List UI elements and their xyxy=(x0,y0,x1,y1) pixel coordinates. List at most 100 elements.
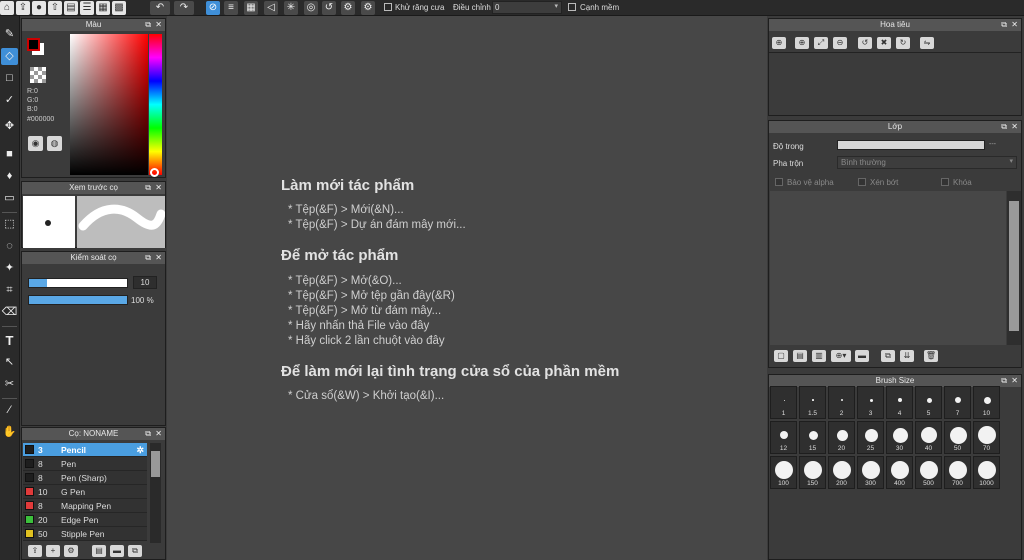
main-canvas[interactable]: Làm mới tác phẩm * Tệp(&F) > Mới(&N)... … xyxy=(167,16,767,560)
opacity-slider[interactable] xyxy=(28,295,128,305)
select-pen-icon[interactable]: ✓ xyxy=(1,92,18,109)
brush-list-scrollbar[interactable] xyxy=(150,443,161,543)
brush-size-option[interactable]: 5 xyxy=(915,386,942,419)
undock-icon[interactable]: ⧉ xyxy=(145,252,151,264)
clipping-checkbox[interactable] xyxy=(858,178,866,186)
snap-off-icon[interactable]: ⊘ xyxy=(206,1,220,15)
upload-icon[interactable]: ⇪ xyxy=(16,1,30,15)
blend-mode-select[interactable]: Bình thường ▾ xyxy=(837,156,1017,169)
scrollbar-thumb[interactable] xyxy=(1009,201,1019,331)
new-layer-icon[interactable]: ▢ xyxy=(774,350,788,362)
brush-size-option[interactable]: 100 xyxy=(770,456,797,489)
divide-tool-icon[interactable]: ✂ xyxy=(1,376,18,393)
close-icon[interactable]: ✕ xyxy=(1011,121,1018,133)
brush-copy-icon[interactable]: ⧉ xyxy=(128,545,142,557)
zoom-in-icon[interactable]: ⊕ xyxy=(772,37,786,49)
brush-size-option[interactable]: 1.5 xyxy=(799,386,826,419)
fit-window-icon[interactable]: ⤢ xyxy=(814,37,828,49)
undock-icon[interactable]: ⧉ xyxy=(1001,375,1007,387)
brush-row-edge-pen[interactable]: 20 Edge Pen xyxy=(23,513,147,527)
hue-slider[interactable] xyxy=(149,34,162,175)
layer-folder-icon[interactable]: ▬ xyxy=(855,350,869,362)
brush-row-pen[interactable]: 8 Pen xyxy=(23,457,147,471)
brush-tool-icon[interactable]: ✎ xyxy=(1,26,18,43)
undock-icon[interactable]: ⧉ xyxy=(145,428,151,440)
snap-parallel-icon[interactable]: ≡ xyxy=(224,1,238,15)
rotate-left-icon[interactable]: ↺ xyxy=(858,37,872,49)
brush-size-option[interactable]: 30 xyxy=(886,421,913,454)
brush-size-option[interactable]: 4 xyxy=(886,386,913,419)
delete-layer-icon[interactable]: 🗑 xyxy=(924,350,938,362)
brush-size-option[interactable]: 400 xyxy=(886,456,913,489)
merge-layer-icon[interactable]: ⇊ xyxy=(900,350,914,362)
brush-size-value[interactable]: 10 xyxy=(133,276,157,289)
zoom-fit-icon[interactable]: ⊕ xyxy=(795,37,809,49)
close-icon[interactable]: ✕ xyxy=(155,182,162,194)
rect-select-icon[interactable]: ⬚ xyxy=(1,216,18,233)
layer-list[interactable] xyxy=(770,191,1006,345)
rotate-right-icon[interactable]: ↻ xyxy=(896,37,910,49)
text-tool-icon[interactable]: T xyxy=(1,332,18,349)
brush-settings-icon[interactable]: ⚙ xyxy=(64,545,78,557)
brush-size-option[interactable]: 7 xyxy=(944,386,971,419)
lasso-select-icon[interactable]: ◌ xyxy=(1,238,18,255)
magic-wand-icon[interactable]: ✦ xyxy=(1,260,18,277)
shape-tool-icon[interactable]: □ xyxy=(1,70,18,87)
layer-list-scrollbar[interactable] xyxy=(1007,191,1021,345)
brush-size-option[interactable]: 2 xyxy=(828,386,855,419)
move-tool-icon[interactable]: ✥ xyxy=(1,118,18,135)
select-eraser-icon[interactable]: ⌫ xyxy=(1,304,18,321)
brush-size-slider[interactable] xyxy=(28,278,128,288)
layer-opacity-slider[interactable] xyxy=(837,140,985,150)
grid-icon[interactable]: ▦ xyxy=(96,1,110,15)
protect-alpha-checkbox[interactable] xyxy=(775,178,783,186)
brush-size-option[interactable]: 15 xyxy=(799,421,826,454)
brush-row-mapping-pen[interactable]: 8 Mapping Pen xyxy=(23,499,147,513)
close-icon[interactable]: ✕ xyxy=(1011,375,1018,387)
main-color-swatch[interactable] xyxy=(27,38,40,51)
snap-ellipse-icon[interactable]: ⚙ xyxy=(341,1,355,15)
brush-size-option[interactable]: 40 xyxy=(915,421,942,454)
brush-row-pencil[interactable]: 3 Pencil ✲ xyxy=(23,443,147,457)
brush-size-option[interactable]: 200 xyxy=(828,456,855,489)
home-icon[interactable]: ⌂ xyxy=(0,1,14,15)
reset-view-icon[interactable]: ✖ xyxy=(877,37,891,49)
brush-row-stipple-pen[interactable]: 50 Stipple Pen xyxy=(23,527,147,541)
redo-icon[interactable]: ↷ xyxy=(174,1,194,15)
document-icon[interactable]: ▤ xyxy=(64,1,78,15)
scrollbar-thumb[interactable] xyxy=(151,451,160,477)
brush-size-option[interactable]: 1 xyxy=(770,386,797,419)
brush-size-option[interactable]: 3 xyxy=(857,386,884,419)
eyedropper-icon[interactable]: ⁄ xyxy=(1,402,18,419)
undock-icon[interactable]: ⧉ xyxy=(145,19,151,31)
undo-icon[interactable]: ↶ xyxy=(150,1,170,15)
lock-checkbox[interactable] xyxy=(941,178,949,186)
flip-icon[interactable]: ⇋ xyxy=(920,37,934,49)
snap-perspective-icon[interactable]: ◁ xyxy=(264,1,278,15)
brush-folder-icon[interactable]: ▬ xyxy=(110,545,124,557)
new-1bit-layer-icon[interactable]: ▥ xyxy=(812,350,826,362)
hue-handle[interactable] xyxy=(150,168,159,177)
add-brush-icon[interactable]: + xyxy=(46,545,60,557)
brush-size-option[interactable]: 300 xyxy=(857,456,884,489)
close-icon[interactable]: ✕ xyxy=(155,19,162,31)
list-icon[interactable]: ☰ xyxy=(80,1,94,15)
new-8bit-layer-icon[interactable]: ▤ xyxy=(793,350,807,362)
brush-size-option[interactable]: 700 xyxy=(944,456,971,489)
brush-file-icon[interactable]: ▤ xyxy=(92,545,106,557)
select-brush-icon[interactable]: ⌗ xyxy=(1,282,18,299)
brush-cloud-icon[interactable]: ⇪ xyxy=(28,545,42,557)
close-icon[interactable]: ✕ xyxy=(155,428,162,440)
brush-size-option[interactable]: 12 xyxy=(770,421,797,454)
gear-icon[interactable]: ✲ xyxy=(136,443,144,457)
color-history-icon[interactable]: ◍ xyxy=(47,136,62,151)
antialias-checkbox[interactable] xyxy=(384,3,392,11)
brush-row-g-pen[interactable]: 10 G Pen xyxy=(23,485,147,499)
add-layer-menu-icon[interactable]: ⊕▾ xyxy=(831,350,851,362)
undock-icon[interactable]: ⧉ xyxy=(1001,121,1007,133)
transparent-color-swatch[interactable] xyxy=(30,67,46,83)
chat-icon[interactable]: ● xyxy=(32,1,46,15)
undock-icon[interactable]: ⧉ xyxy=(145,182,151,194)
hand-tool-icon[interactable]: ✋ xyxy=(1,424,18,441)
edit-grid-icon[interactable]: ▩ xyxy=(112,1,126,15)
